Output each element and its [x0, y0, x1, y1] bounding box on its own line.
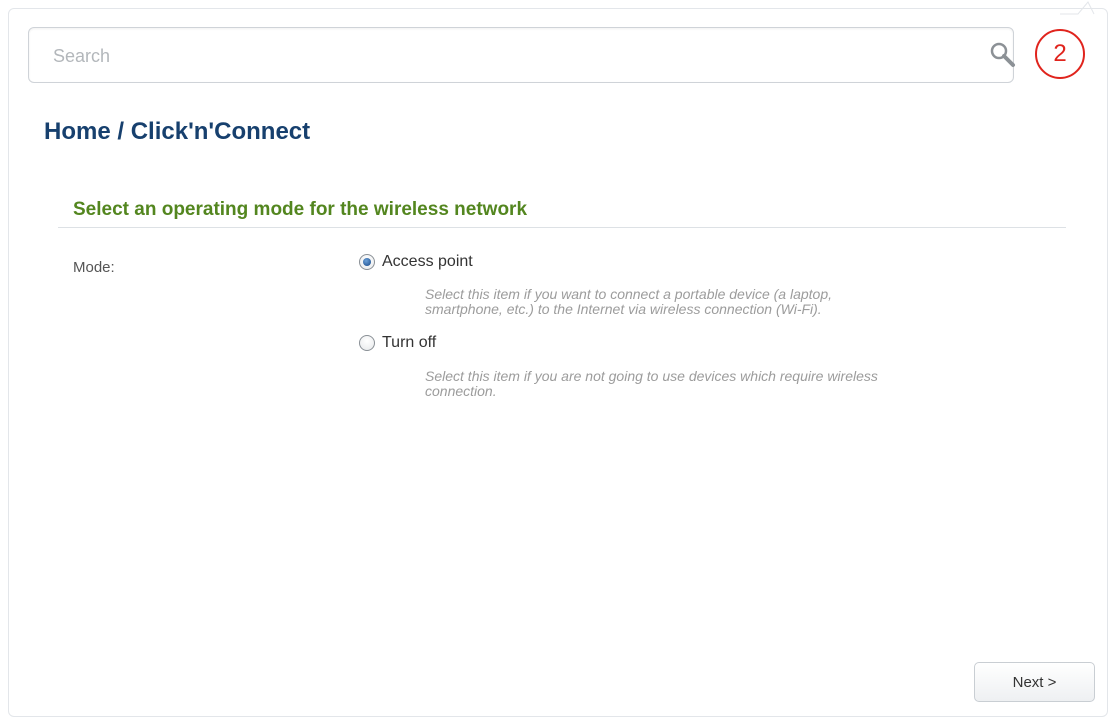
search-input[interactable]	[51, 28, 935, 84]
radio-turn-off[interactable]: Turn off	[359, 334, 436, 352]
radio-label-access-point[interactable]: Access point	[382, 253, 473, 271]
radio-button-checked[interactable]	[359, 254, 375, 270]
tooltip-notch	[1060, 1, 1095, 15]
radio-access-point[interactable]: Access point	[359, 253, 473, 271]
next-button[interactable]: Next >	[974, 662, 1095, 702]
hint-turn-off: Select this item if you are not going to…	[425, 369, 1025, 399]
radio-button-unchecked[interactable]	[359, 335, 375, 351]
hint-line: Select this item if you want to connect …	[425, 286, 833, 302]
breadcrumb-home[interactable]: Home	[44, 118, 111, 145]
mode-label: Mode:	[73, 259, 115, 276]
hint-line: smartphone, etc.) to the Internet via wi…	[425, 301, 822, 317]
breadcrumb: Home / Click'n'Connect	[44, 118, 310, 146]
radio-label-turn-off[interactable]: Turn off	[382, 334, 436, 352]
step-number-badge: 2	[1035, 29, 1085, 79]
breadcrumb-current: Click'n'Connect	[130, 118, 311, 145]
hint-line: connection.	[425, 383, 497, 399]
hint-line: Select this item if you are not going to…	[425, 368, 878, 384]
section-title: Select an operating mode for the wireles…	[73, 199, 528, 220]
breadcrumb-separator: /	[110, 118, 131, 145]
hint-access-point: Select this item if you want to connect …	[425, 287, 1025, 317]
section-divider	[58, 227, 1066, 228]
step-number: 2	[1053, 40, 1067, 67]
search-icon[interactable]	[987, 40, 1019, 72]
search-field[interactable]	[28, 27, 1015, 84]
content-panel	[8, 8, 1108, 717]
